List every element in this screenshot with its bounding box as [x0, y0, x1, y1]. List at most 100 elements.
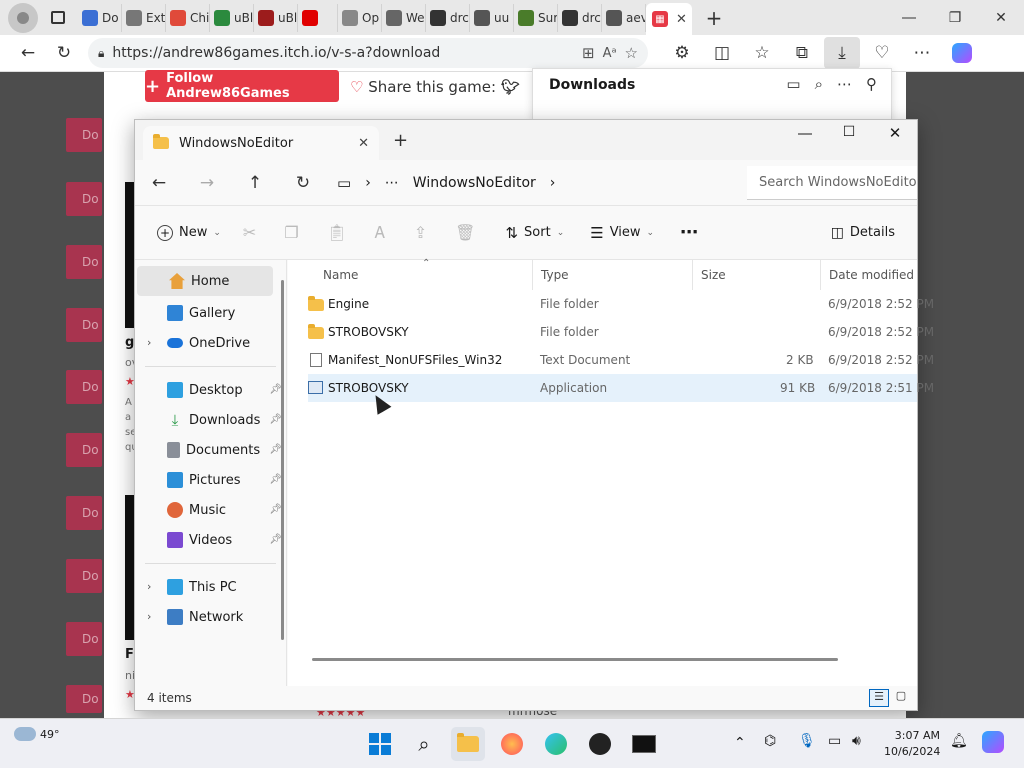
details-view-icon[interactable]: ☰ [869, 689, 889, 707]
tab-active-itch[interactable]: ▦ ✕ [646, 3, 692, 35]
tab-actions-button[interactable] [42, 3, 74, 33]
edge-app[interactable] [539, 727, 573, 761]
nav-item-onedrive[interactable]: › OneDrive [135, 328, 286, 358]
browser-tab[interactable]: We [382, 3, 426, 32]
search-input[interactable]: Search WindowsNoEditor [759, 175, 917, 190]
scrollbar[interactable] [281, 280, 284, 640]
up-button[interactable]: ↑ [231, 163, 279, 203]
new-tab-button[interactable]: + [393, 130, 408, 151]
nav-item-network[interactable]: › Network [135, 602, 286, 632]
twitter-icon[interactable]: 🐦︎ [501, 78, 520, 96]
clock[interactable]: 3:07 AM 10/6/2024 [884, 728, 940, 760]
download-button[interactable]: Do [66, 496, 102, 530]
new-tab-button[interactable]: + [696, 3, 732, 33]
rename-button[interactable]: Ꭺ [361, 217, 400, 249]
horizontal-scrollbar[interactable] [312, 658, 838, 661]
more-menu-icon[interactable]: ⋯ [904, 37, 940, 69]
nav-item-thispc[interactable]: › This PC [135, 572, 286, 602]
notification-bell-icon[interactable]: 🔔︎ [950, 733, 968, 749]
pin-icon[interactable]: ⚲ [866, 75, 877, 93]
copilot-icon[interactable] [982, 731, 1004, 753]
more-path-icon[interactable]: ⋯ [385, 175, 399, 191]
browser-tab[interactable]: Sur [514, 3, 558, 32]
refresh-button[interactable]: ↻ [279, 163, 327, 203]
browser-tab[interactable]: Do [78, 3, 122, 32]
forward-button[interactable]: → [183, 163, 231, 203]
favorite-star-icon[interactable]: ☆ [625, 44, 638, 62]
delete-button[interactable]: 🗑︎ [441, 217, 489, 249]
file-row[interactable]: Manifest_NonUFSFiles_Win32 Text Document… [308, 346, 934, 374]
browser-tab[interactable]: uu [470, 3, 514, 32]
refresh-button[interactable]: ↻ [46, 37, 82, 69]
maximize-button[interactable]: ☐ [829, 124, 869, 140]
chevron-right-icon[interactable]: › [147, 610, 151, 623]
profile-avatar[interactable] [8, 2, 38, 33]
chevron-right-icon[interactable]: › [147, 580, 151, 593]
more-options-icon[interactable]: ⋯ [837, 75, 852, 93]
minimize-button[interactable]: ― [785, 126, 825, 142]
details-button[interactable]: ◫ Details [823, 217, 903, 249]
paste-button[interactable]: 📋︎ [313, 217, 361, 249]
volume-icon[interactable]: 🔊︎ [852, 733, 861, 749]
nav-item-videos[interactable]: Videos 📌︎ [135, 525, 286, 555]
file-row[interactable]: STROBOVSKY Application 91 KB 6/9/2018 2:… [308, 374, 934, 402]
sort-button[interactable]: ⇅ Sort ⌄ [497, 217, 572, 249]
breadcrumb-folder[interactable]: WindowsNoEditor [413, 175, 536, 191]
browser-tab[interactable]: Op [338, 3, 382, 32]
file-explorer-app[interactable] [451, 727, 485, 761]
nav-item-downloads[interactable]: ⤓ Downloads 📌︎ [135, 405, 286, 435]
search-button[interactable]: ⌕ [407, 727, 441, 761]
browser-tab[interactable]: uBl [254, 3, 298, 32]
back-button[interactable]: ← [10, 37, 46, 69]
column-header-date[interactable]: Date modified [821, 260, 917, 290]
favorites-icon[interactable]: ☆ [744, 37, 780, 69]
weather-widget[interactable]: 49° [14, 727, 60, 741]
browser-tab[interactable] [298, 3, 338, 32]
file-row[interactable]: Engine File folder 6/9/2018 2:52 PM [308, 290, 934, 318]
see-more-button[interactable]: ⋯ [672, 217, 706, 249]
view-button[interactable]: ☰ View ⌄ [582, 217, 662, 249]
nav-item-music[interactable]: Music 📌︎ [135, 495, 286, 525]
download-button[interactable]: Do [66, 182, 102, 216]
browser-tab[interactable]: aev [602, 3, 646, 32]
explorer-tab[interactable]: WindowsNoEditor ✕ [143, 126, 379, 160]
read-aloud-icon[interactable]: Aᵃ [603, 46, 617, 61]
download-button[interactable]: Do [66, 118, 102, 152]
breadcrumb[interactable]: ▭ › ⋯ WindowsNoEditor › [327, 166, 727, 200]
nav-item-documents[interactable]: Documents 📌︎ [135, 435, 286, 465]
back-button[interactable]: ← [135, 163, 183, 203]
apps-icon[interactable]: ⊞ [582, 44, 595, 62]
column-header-type[interactable]: Type [533, 260, 693, 290]
close-button[interactable]: ✕ [978, 0, 1024, 35]
search-icon[interactable]: ⌕ [815, 75, 823, 93]
collections-icon[interactable]: ⧉ [784, 37, 820, 69]
cut-button[interactable]: ✂ [229, 217, 270, 249]
browser-tab[interactable]: drc [558, 3, 602, 32]
chevron-up-icon[interactable]: ⌃ [734, 735, 746, 751]
url-box[interactable]: 🔒︎ https://andrew86games.itch.io/v-s-a?d… [88, 38, 648, 68]
nav-item-home[interactable]: Home [137, 266, 273, 296]
display-icon[interactable]: ▭ [828, 733, 841, 749]
microphone-icon[interactable]: 🎙︎ [798, 733, 816, 749]
media-app[interactable] [583, 727, 617, 761]
open-folder-icon[interactable]: ▭ [786, 75, 800, 93]
restore-button[interactable]: ❐ [932, 0, 978, 35]
tiles-view-icon[interactable]: ▢ [891, 689, 911, 707]
download-button[interactable]: Do [66, 308, 102, 342]
terminal-app[interactable] [627, 727, 661, 761]
firefox-app[interactable] [495, 727, 529, 761]
minimize-button[interactable]: ― [886, 0, 932, 35]
search-box[interactable]: Search WindowsNoEditor [747, 165, 917, 200]
tab-close-icon[interactable]: ✕ [676, 12, 687, 27]
split-screen-icon[interactable]: ◫ [704, 37, 740, 69]
download-button[interactable]: Do [66, 245, 102, 279]
nav-item-pictures[interactable]: Pictures 📌︎ [135, 465, 286, 495]
file-row[interactable]: STROBOVSKY File folder 6/9/2018 2:52 PM [308, 318, 934, 346]
copilot-icon[interactable] [944, 37, 980, 69]
browser-tab[interactable]: Chi [166, 3, 210, 32]
browser-tab[interactable]: drc [426, 3, 470, 32]
downloads-icon[interactable]: ⤓ [824, 37, 860, 69]
extensions-icon[interactable]: ⚙ [664, 37, 700, 69]
copy-button[interactable]: ❐ [270, 217, 312, 249]
follow-button[interactable]: + Follow Andrew86Games [145, 70, 339, 102]
